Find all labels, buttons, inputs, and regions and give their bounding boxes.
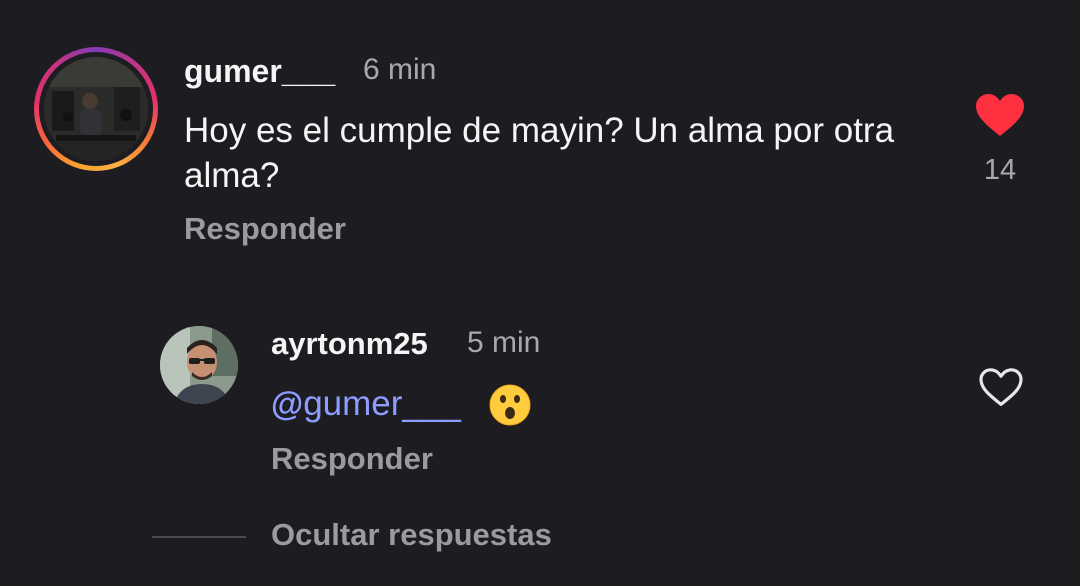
comments-thread: gumer___ 6 min Hoy es el cumple de mayin…	[0, 0, 1080, 586]
reply-button[interactable]: Responder	[271, 441, 433, 477]
reply-timestamp: 5 min	[467, 326, 541, 359]
like-button[interactable]	[975, 94, 1025, 143]
surprised-face-icon	[489, 384, 531, 426]
comment-username[interactable]: gumer___	[184, 53, 335, 90]
comment-text: Hoy es el cumple de mayin? Un alma por o…	[184, 111, 895, 195]
at-symbol: @	[271, 385, 304, 422]
heart-filled-icon	[976, 94, 1024, 136]
heart-outline-icon	[979, 368, 1023, 406]
story-ring-avatar[interactable]	[34, 47, 158, 171]
like-button[interactable]	[978, 368, 1024, 413]
avatar[interactable]	[160, 326, 238, 404]
reply-username[interactable]: ayrtonm25	[271, 326, 428, 362]
comment-timestamp: 6 min	[363, 53, 437, 86]
hide-replies-button[interactable]: Ocultar respuestas	[271, 517, 552, 553]
avatar-ring-gap	[39, 52, 153, 166]
avatar	[44, 57, 148, 161]
reply-button[interactable]: Responder	[184, 211, 346, 247]
gym-photo-image	[44, 57, 148, 161]
like-count: 14	[983, 154, 1017, 186]
surprised-face-emoji	[489, 384, 531, 431]
mention-username: gumer___	[303, 384, 461, 423]
selfie-photo-image	[160, 326, 238, 404]
thread-divider-line	[152, 536, 246, 538]
mention-link[interactable]: @gumer___	[271, 384, 461, 424]
